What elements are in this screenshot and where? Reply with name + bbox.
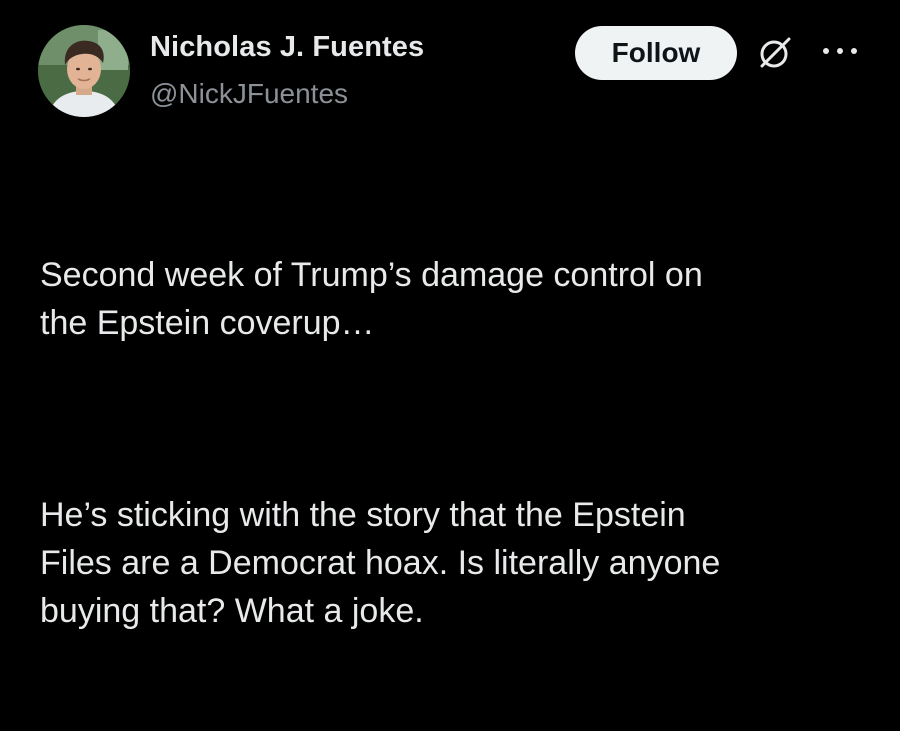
grok-icon[interactable] [756,33,794,71]
profile-photo-icon [38,25,130,117]
tweet-paragraph: He’s sticking with the story that the Ep… [40,496,721,630]
tweet-body: Second week of Trump’s damage control on… [40,155,860,731]
author-display-name[interactable]: Nicholas J. Fuentes [150,31,424,64]
follow-button[interactable]: Follow [575,26,737,80]
author-handle[interactable]: @NickJFuentes [150,78,348,110]
tweet-card: Nicholas J. Fuentes @NickJFuentes Follow… [0,0,900,630]
more-dots-icon[interactable] [820,44,860,58]
tweet-paragraph: Second week of Trump’s damage control on… [40,256,703,342]
avatar[interactable] [38,25,130,117]
